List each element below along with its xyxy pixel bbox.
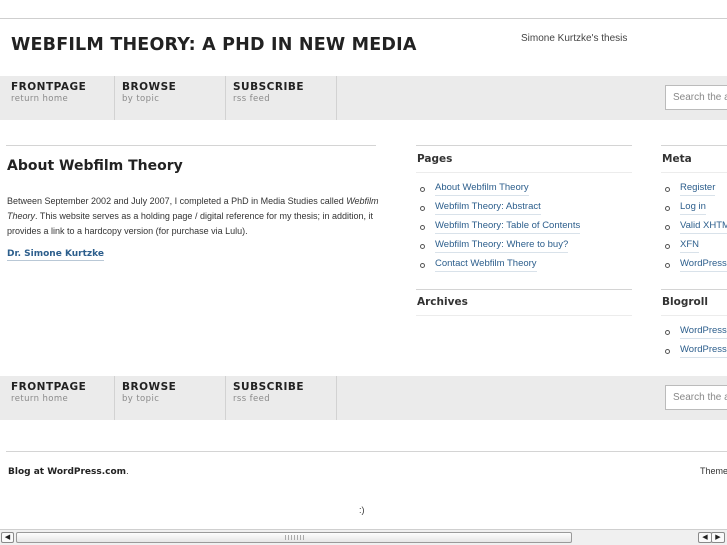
page-link-about[interactable]: About Webfilm Theory <box>435 182 529 196</box>
meta-widget-title: Meta <box>662 153 692 165</box>
post-body: Between September 2002 and July 2007, I … <box>7 196 379 236</box>
bullet-icon <box>420 263 425 268</box>
bullet-icon <box>665 330 670 335</box>
pages-widget-title: Pages <box>417 153 453 165</box>
blogroll-widget-title: Blogroll <box>662 296 708 308</box>
nav-label: BROWSE <box>122 381 177 393</box>
bottom-nav-bar: FRONTPAGE return home BROWSE by topic SU… <box>0 376 727 420</box>
nav-frontpage[interactable]: FRONTPAGE return home <box>0 76 115 120</box>
nav-label: FRONTPAGE <box>11 81 87 93</box>
blogroll-link[interactable]: WordPress <box>680 344 727 358</box>
bullet-icon <box>665 206 670 211</box>
nav-label: BROWSE <box>122 81 177 93</box>
nav-sublabel: by topic <box>122 394 160 404</box>
bullet-icon <box>665 263 670 268</box>
footer-credit: Blog at WordPress.com. <box>8 466 129 477</box>
meta-link-xhtml[interactable]: Valid XHTM <box>680 220 727 234</box>
widget-rule <box>416 315 632 316</box>
bullet-icon <box>420 244 425 249</box>
scroll-right-button[interactable]: ▶ <box>711 532 725 543</box>
wordpress-link[interactable]: Blog at WordPress.com <box>8 467 126 477</box>
nav-label: SUBSCRIBE <box>233 381 305 393</box>
widget-rule <box>416 172 632 173</box>
meta-link-login[interactable]: Log in <box>680 201 706 215</box>
bullet-icon <box>420 187 425 192</box>
archives-widget-title: Archives <box>417 296 468 308</box>
nav-sublabel: rss feed <box>233 394 271 404</box>
bullet-icon <box>665 244 670 249</box>
search-input[interactable] <box>665 385 727 410</box>
widget-rule <box>661 315 727 316</box>
page-link-buy[interactable]: Webfilm Theory: Where to buy? <box>435 239 569 253</box>
bullet-icon <box>665 187 670 192</box>
nav-sublabel: return home <box>11 394 69 404</box>
nav-sublabel: return home <box>11 94 69 104</box>
meta-link-register[interactable]: Register <box>680 182 716 196</box>
widget-rule <box>661 172 727 173</box>
scrollbar-thumb[interactable] <box>16 532 572 543</box>
nav-browse[interactable]: BROWSE by topic <box>115 76 226 120</box>
site-tagline: Simone Kurtzke's thesis <box>521 33 628 44</box>
page-link-abstract[interactable]: Webfilm Theory: Abstract <box>435 201 541 215</box>
nav-frontpage[interactable]: FRONTPAGE return home <box>0 376 115 420</box>
nav-sublabel: rss feed <box>233 94 271 104</box>
bullet-icon <box>420 206 425 211</box>
smiley-icon: :) <box>359 505 365 515</box>
meta-link-xfn[interactable]: XFN <box>680 239 699 253</box>
site-title[interactable]: WEBFILM THEORY: A PHD IN NEW MEDIA <box>11 35 417 55</box>
nav-subscribe[interactable]: SUBSCRIBE rss feed <box>226 76 337 120</box>
signature-link[interactable]: Dr. Simone Kurtzke <box>7 249 105 261</box>
page-link-contact[interactable]: Contact Webfilm Theory <box>435 258 537 272</box>
bullet-icon <box>665 349 670 354</box>
scroll-left-button[interactable]: ◀ <box>1 532 14 543</box>
nav-label: SUBSCRIBE <box>233 81 305 93</box>
footer-divider <box>6 451 727 452</box>
search-input[interactable] <box>665 85 727 110</box>
blogroll-divider <box>661 289 727 290</box>
meta-link-wordpress[interactable]: WordPress <box>680 258 727 272</box>
page-link-toc[interactable]: Webfilm Theory: Table of Contents <box>435 220 581 234</box>
top-divider <box>0 18 727 19</box>
meta-divider <box>661 145 727 146</box>
pages-divider <box>416 145 632 146</box>
post-title[interactable]: About Webfilm Theory <box>7 158 183 174</box>
footer-theme: Theme <box>700 466 727 476</box>
content-divider <box>6 145 376 146</box>
scroll-left-button-alt[interactable]: ◀ <box>698 532 712 543</box>
nav-label: FRONTPAGE <box>11 381 87 393</box>
nav-subscribe[interactable]: SUBSCRIBE rss feed <box>226 376 337 420</box>
nav-browse[interactable]: BROWSE by topic <box>115 376 226 420</box>
nav-sublabel: by topic <box>122 94 160 104</box>
bullet-icon <box>665 225 670 230</box>
bullet-icon <box>420 225 425 230</box>
horizontal-scrollbar[interactable]: ◀ ◀ ▶ <box>0 529 727 545</box>
archives-divider <box>416 289 632 290</box>
blogroll-link[interactable]: WordPress <box>680 325 727 339</box>
top-nav-bar: FRONTPAGE return home BROWSE by topic SU… <box>0 76 727 120</box>
grip-icon <box>285 535 305 540</box>
